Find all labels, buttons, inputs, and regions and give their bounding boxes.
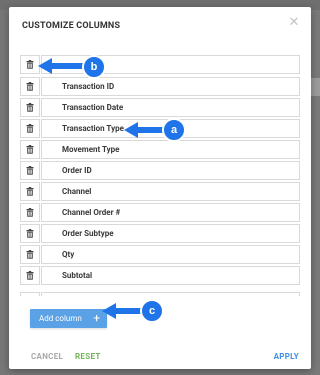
column-label: Channel [62, 187, 92, 196]
delete-column-button[interactable] [20, 98, 40, 117]
delete-column-button[interactable] [20, 77, 40, 96]
column-row: Movement Type [20, 140, 300, 159]
delete-column-button[interactable] [20, 182, 40, 201]
column-row: Transaction ID [20, 77, 300, 96]
callout-badge-b: b [82, 55, 106, 79]
delete-column-button[interactable] [20, 140, 40, 159]
plus-icon: + [93, 311, 100, 325]
column-label: Movement Type [62, 145, 120, 154]
delete-column-button[interactable] [20, 119, 40, 138]
column-row: Channel [20, 182, 300, 201]
reset-button[interactable]: RESET [75, 352, 101, 361]
delete-column-button[interactable] [20, 55, 40, 74]
apply-button[interactable]: APPLY [274, 352, 299, 361]
delete-column-button[interactable] [20, 245, 40, 264]
column-row: Subtotal [20, 266, 300, 285]
column-label: Channel Order # [62, 208, 121, 217]
delete-column-button[interactable] [20, 161, 40, 180]
column-field[interactable]: Channel Order # [41, 203, 300, 222]
column-label: Order Subtype [62, 229, 114, 238]
column-field[interactable]: Subtotal [41, 266, 300, 285]
callout-arrow-b [38, 58, 88, 74]
add-column-label: Add column [39, 314, 82, 323]
callout-badge-a: a [162, 118, 186, 142]
column-row: Channel Order # [20, 203, 300, 222]
delete-column-button[interactable] [20, 203, 40, 222]
cancel-button[interactable]: CANCEL [31, 352, 63, 361]
trash-icon [26, 103, 34, 112]
trash-icon [26, 229, 34, 238]
column-field[interactable]: Qty [41, 245, 300, 264]
trash-icon [26, 187, 34, 196]
column-row: Qty [20, 245, 300, 264]
trash-icon [26, 60, 34, 69]
partial-row [20, 292, 303, 296]
column-field[interactable]: Order Subtype [41, 224, 300, 243]
trash-icon [26, 166, 34, 175]
column-list: Transaction ID Transaction Date Transact… [20, 55, 303, 296]
delete-column-button[interactable] [20, 224, 40, 243]
column-row: Order Subtype [20, 224, 300, 243]
column-label: Order ID [62, 166, 92, 175]
column-field[interactable]: Transaction Date [41, 98, 300, 117]
column-field[interactable]: Order ID [41, 161, 300, 180]
dialog-title: CUSTOMIZE COLUMNS [22, 21, 121, 31]
column-label: Transaction ID [62, 82, 115, 91]
trash-icon [26, 250, 34, 259]
callout-badge-c: c [140, 299, 164, 323]
delete-column-button[interactable] [20, 292, 40, 296]
add-column-button[interactable]: Add column + [30, 309, 107, 328]
close-icon[interactable]: ✕ [287, 16, 301, 30]
delete-column-button[interactable] [20, 266, 40, 285]
column-label: Transaction Date [62, 103, 124, 112]
column-field[interactable]: Transaction ID [41, 77, 300, 96]
column-field[interactable]: Movement Type [41, 140, 300, 159]
trash-icon [26, 145, 34, 154]
column-row: Order ID [20, 161, 300, 180]
backdrop-element [311, 78, 320, 96]
trash-icon [26, 271, 34, 280]
column-label: Subtotal [62, 271, 93, 280]
trash-icon [26, 208, 34, 217]
trash-icon [26, 82, 34, 91]
column-field[interactable]: Channel [41, 182, 300, 201]
column-label: Transaction Type [62, 124, 124, 133]
column-field[interactable] [41, 292, 300, 296]
trash-icon [26, 124, 34, 133]
column-label: Qty [62, 250, 75, 259]
column-row: Transaction Date [20, 98, 300, 117]
